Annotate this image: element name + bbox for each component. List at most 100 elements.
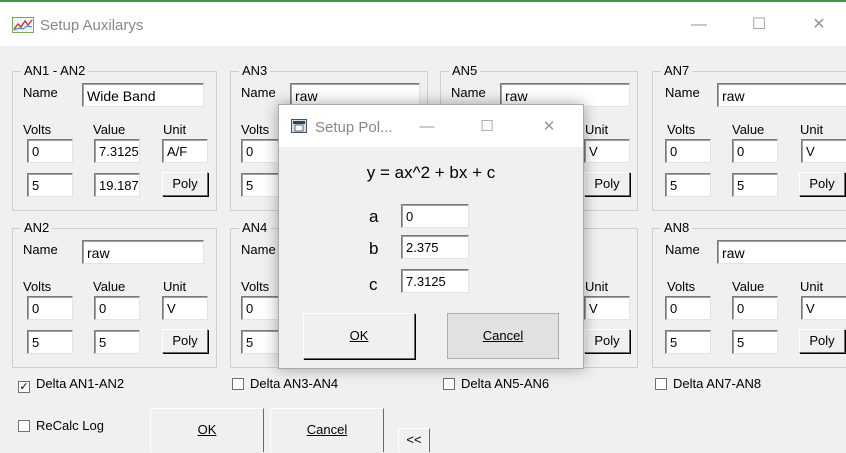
volts-2-field[interactable]: 5: [27, 173, 73, 197]
poly-button[interactable]: Poly: [799, 329, 845, 353]
value-2-field[interactable]: 19.187: [94, 173, 140, 197]
unit-label: Unit: [585, 279, 609, 294]
value-label: Value: [93, 279, 126, 294]
group-title: AN8: [661, 220, 693, 235]
poly-button[interactable]: Poly: [584, 172, 630, 196]
value-1-field[interactable]: 7.3125: [94, 139, 140, 163]
value-1-field[interactable]: 0: [94, 296, 140, 320]
checkbox-box[interactable]: [232, 378, 244, 390]
cancel-button-label: Cancel: [306, 422, 348, 437]
coef-c-label: c: [369, 275, 378, 294]
name-label: Name: [23, 85, 58, 100]
volts-2-field[interactable]: 5: [241, 173, 281, 197]
coef-b-label: b: [369, 239, 379, 258]
dialog-close-button[interactable]: ✕: [529, 115, 569, 139]
name-field[interactable]: raw: [717, 83, 846, 107]
group-an2: AN2 Name raw Volts Value Unit 0 0 V 5 5 …: [12, 220, 217, 368]
volts-1-field[interactable]: 0: [27, 139, 73, 163]
volts-label: Volts: [667, 122, 696, 137]
window-title: Setup Auxilarys: [40, 17, 144, 34]
name-field[interactable]: raw: [82, 240, 204, 264]
delta-an7-an8-checkbox[interactable]: Delta AN7-AN8: [655, 376, 761, 391]
volts-label: Volts: [23, 279, 52, 294]
name-field[interactable]: raw: [717, 240, 846, 264]
checkbox-label: ReCalc Log: [36, 418, 104, 433]
volts-1-field[interactable]: 0: [27, 296, 73, 320]
ok-button[interactable]: OK: [150, 408, 264, 452]
name-label: Name: [241, 242, 276, 257]
cancel-button[interactable]: Cancel: [270, 408, 384, 452]
group-an8: AN8 Name raw Volts Value Unit 0 0 V 5 5 …: [652, 220, 846, 368]
name-field[interactable]: Wide Band: [82, 83, 204, 107]
volts-2-field[interactable]: 5: [665, 173, 711, 197]
unit-field[interactable]: V: [801, 296, 846, 320]
coef-b-field[interactable]: 2.375: [401, 235, 469, 259]
poly-button[interactable]: Poly: [799, 172, 845, 196]
name-label: Name: [665, 242, 700, 257]
name-label: Name: [451, 85, 486, 100]
unit-label: Unit: [163, 279, 187, 294]
dialog-cancel-button[interactable]: Cancel: [447, 313, 559, 359]
dialog-maximize-button[interactable]: ☐: [467, 115, 507, 139]
poly-button[interactable]: Poly: [584, 329, 630, 353]
maximize-button[interactable]: ☐: [736, 10, 782, 40]
value-2-field[interactable]: 5: [732, 330, 778, 354]
delta-an5-an6-checkbox[interactable]: Delta AN5-AN6: [443, 376, 549, 391]
value-1-field[interactable]: 0: [732, 296, 778, 320]
unit-field[interactable]: V: [584, 139, 630, 163]
collapse-button[interactable]: <<: [398, 428, 430, 452]
window-titlebar: Setup Auxilarys — ☐ ✕: [0, 2, 846, 46]
delta-an3-an4-checkbox[interactable]: Delta AN3-AN4: [232, 376, 338, 391]
dialog-minimize-button[interactable]: —: [407, 115, 447, 139]
checkbox-box[interactable]: [655, 378, 667, 390]
group-title: AN4: [239, 220, 271, 235]
volts-2-field[interactable]: 5: [27, 330, 73, 354]
name-label: Name: [23, 242, 58, 257]
value-2-field[interactable]: 5: [732, 173, 778, 197]
poly-button[interactable]: Poly: [162, 172, 208, 196]
volts-2-field[interactable]: 5: [241, 330, 281, 354]
volts-2-field[interactable]: 5: [665, 330, 711, 354]
value-label: Value: [93, 122, 126, 137]
coef-a-label: a: [369, 207, 379, 226]
value-label: Value: [732, 279, 765, 294]
value-1-field[interactable]: 0: [732, 139, 778, 163]
group-an1-an2: AN1 - AN2 Name Wide Band Volts Value Uni…: [12, 63, 217, 211]
coef-c-field[interactable]: 7.3125: [401, 269, 469, 293]
name-label: Name: [241, 85, 276, 100]
coef-a-field[interactable]: 0: [401, 204, 469, 228]
dialog-cancel-label: Cancel: [482, 328, 524, 343]
unit-field[interactable]: V: [162, 296, 208, 320]
volts-1-field[interactable]: 0: [665, 139, 711, 163]
checkbox-box[interactable]: [443, 378, 455, 390]
unit-label: Unit: [800, 122, 824, 137]
recalc-log-checkbox[interactable]: ReCalc Log: [18, 418, 104, 433]
unit-label: Unit: [585, 122, 609, 137]
volts-label: Volts: [667, 279, 696, 294]
chart-icon: [12, 17, 34, 33]
checkbox-box[interactable]: [18, 420, 30, 432]
value-label: Value: [732, 122, 765, 137]
delta-an1-an2-checkbox[interactable]: ✓ Delta AN1-AN2: [18, 376, 124, 393]
checkbox-label: Delta AN5-AN6: [461, 376, 550, 391]
volts-1-field[interactable]: 0: [665, 296, 711, 320]
unit-field[interactable]: V: [584, 296, 630, 320]
ok-button-label: OK: [197, 422, 217, 437]
minimize-button[interactable]: —: [676, 10, 722, 40]
group-an7: AN7 Name raw Volts Value Unit 0 0 V 5 5 …: [652, 63, 846, 211]
value-2-field[interactable]: 5: [94, 330, 140, 354]
unit-field[interactable]: A/F: [162, 139, 208, 163]
poly-button[interactable]: Poly: [162, 329, 208, 353]
group-title: AN1 - AN2: [21, 63, 89, 78]
unit-field[interactable]: V: [801, 139, 846, 163]
close-button[interactable]: ✕: [796, 10, 842, 40]
dialog-ok-label: OK: [349, 328, 369, 343]
checkbox-box[interactable]: ✓: [18, 381, 30, 393]
unit-label: Unit: [163, 122, 187, 137]
dialog-ok-button[interactable]: OK: [303, 313, 415, 359]
volts-1-field[interactable]: 0: [241, 139, 281, 163]
checkbox-label: Delta AN3-AN4: [250, 376, 339, 391]
checkbox-label: Delta AN7-AN8: [673, 376, 762, 391]
dialog-title: Setup Pol...: [315, 119, 393, 136]
volts-1-field[interactable]: 0: [241, 296, 281, 320]
